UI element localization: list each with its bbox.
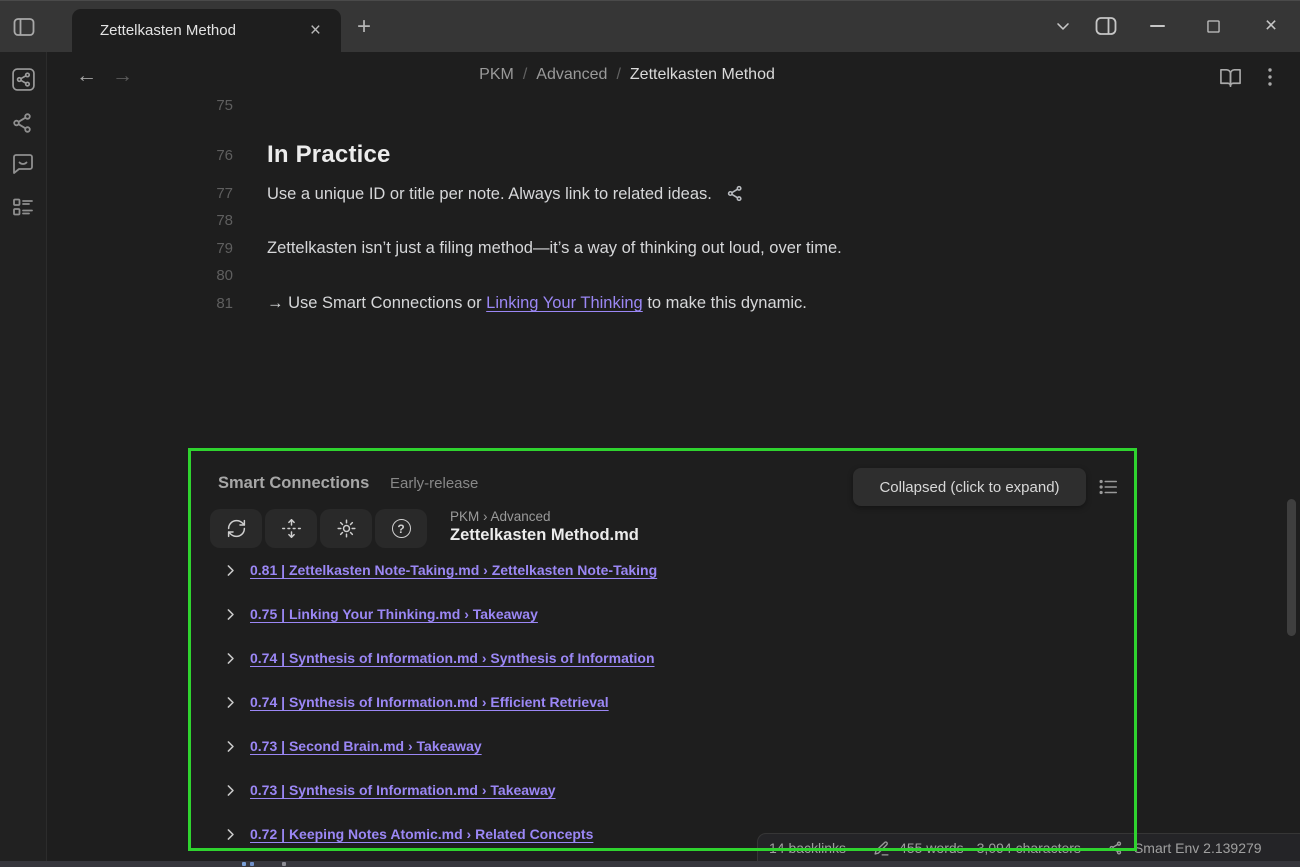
- chevron-right-icon[interactable]: [222, 694, 239, 711]
- connection-list-item: 0.73 | Synthesis of Information.md › Tak…: [222, 778, 556, 802]
- paragraph-text: to make this dynamic.: [643, 294, 807, 312]
- breadcrumb-separator: /: [523, 66, 527, 83]
- line-number: 79: [188, 240, 233, 257]
- left-ribbon: [0, 52, 47, 867]
- breadcrumb-note-title[interactable]: Zettelkasten Method: [630, 66, 775, 83]
- chevron-right-icon[interactable]: [222, 782, 239, 799]
- smart-env-version[interactable]: Smart Env 2.139279: [1134, 840, 1262, 856]
- graph-view-icon[interactable]: [11, 111, 36, 136]
- connection-list-item: 0.81 | Zettelkasten Note-Taking.md › Zet…: [222, 558, 657, 582]
- reading-view-icon[interactable]: [1219, 66, 1242, 89]
- line-number: 78: [188, 212, 233, 229]
- panel-release-tag: Early-release: [390, 475, 478, 492]
- more-options-icon[interactable]: [1260, 66, 1280, 88]
- chevron-right-icon[interactable]: [222, 826, 239, 843]
- line-number: 81: [188, 295, 233, 312]
- connection-list-item: 0.72 | Keeping Notes Atomic.md › Related…: [222, 822, 593, 846]
- breadcrumb-subfolder[interactable]: Advanced: [536, 66, 607, 83]
- connection-link[interactable]: 0.73 | Synthesis of Information.md › Tak…: [250, 782, 556, 798]
- connection-list-item: 0.73 | Second Brain.md › Takeaway: [222, 734, 482, 758]
- internal-link-linking-your-thinking[interactable]: Linking Your Thinking: [486, 294, 643, 312]
- line-number: 75: [188, 97, 233, 114]
- breadcrumb-separator: /: [616, 66, 620, 83]
- panel-toolbar: ?: [210, 509, 427, 548]
- section-heading[interactable]: In Practice: [267, 141, 391, 169]
- titlebar: Zettelkasten Method × + ×: [0, 0, 1300, 52]
- left-sidebar-toggle-icon[interactable]: [11, 14, 37, 40]
- pencil-icon: [873, 840, 890, 857]
- smart-env-graph-icon: [1108, 840, 1125, 857]
- list-view-icon[interactable]: [1097, 476, 1119, 498]
- panel-context-file: Zettelkasten Method.md: [450, 526, 639, 545]
- panel-context-folder: PKM › Advanced: [450, 509, 551, 524]
- connection-link[interactable]: 0.74 | Synthesis of Information.md › Eff…: [250, 694, 609, 710]
- line-number: 76: [188, 147, 233, 164]
- chevron-right-icon[interactable]: [222, 562, 239, 579]
- checklist-icon[interactable]: [11, 195, 36, 220]
- connection-list-item: 0.75 | Linking Your Thinking.md › Takeaw…: [222, 602, 538, 626]
- refresh-button[interactable]: [210, 509, 262, 548]
- settings-gear-icon[interactable]: [320, 509, 372, 548]
- smart-connections-inline-icon[interactable]: [726, 184, 745, 203]
- tab-close-icon[interactable]: ×: [304, 19, 327, 42]
- connection-link[interactable]: 0.75 | Linking Your Thinking.md › Takeaw…: [250, 606, 538, 622]
- right-sidebar-toggle-icon[interactable]: [1084, 0, 1128, 52]
- tab-zettelkasten-method[interactable]: Zettelkasten Method ×: [72, 9, 341, 52]
- paragraph-line[interactable]: Use a unique ID or title per note. Alway…: [267, 184, 745, 204]
- breadcrumb: PKM / Advanced / Zettelkasten Method: [47, 66, 1207, 84]
- bottom-edge-sliver: [0, 861, 1300, 867]
- window-close-icon[interactable]: ×: [1249, 0, 1293, 52]
- connection-link[interactable]: 0.74 | Synthesis of Information.md › Syn…: [250, 650, 655, 666]
- panel-title: Smart Connections: [218, 474, 369, 493]
- smart-connections-view-icon[interactable]: [11, 67, 36, 92]
- paragraph-line[interactable]: Zettelkasten isn’t just a filing method—…: [267, 239, 842, 258]
- tab-title: Zettelkasten Method: [100, 22, 304, 39]
- connection-link[interactable]: 0.72 | Keeping Notes Atomic.md › Related…: [250, 826, 593, 842]
- paragraph-line[interactable]: → Use Smart Connections or Linking Your …: [267, 294, 807, 313]
- connection-list-item: 0.74 | Synthesis of Information.md › Eff…: [222, 690, 609, 714]
- maximize-button[interactable]: [1191, 0, 1235, 52]
- question-icon: ?: [392, 519, 411, 538]
- connection-list-item: 0.74 | Synthesis of Information.md › Syn…: [222, 646, 655, 670]
- connection-link[interactable]: 0.81 | Zettelkasten Note-Taking.md › Zet…: [250, 562, 657, 578]
- status-bar: 14 backlinks 455 words 3,094 characters …: [757, 833, 1300, 862]
- line-number: 80: [188, 267, 233, 284]
- chevron-right-icon[interactable]: [222, 650, 239, 667]
- smart-chat-icon[interactable]: [11, 152, 36, 177]
- collapsed-expand-button[interactable]: Collapsed (click to expand): [853, 468, 1086, 506]
- character-count[interactable]: 3,094 characters: [977, 840, 1081, 856]
- paragraph-text: Use a unique ID or title per note. Alway…: [267, 185, 712, 203]
- breadcrumb-folder[interactable]: PKM: [479, 66, 514, 83]
- backlinks-count[interactable]: 14 backlinks: [769, 840, 846, 856]
- chevron-right-icon[interactable]: [222, 738, 239, 755]
- paragraph-text: → Use Smart Connections or: [267, 294, 486, 312]
- connection-link[interactable]: 0.73 | Second Brain.md › Takeaway: [250, 738, 482, 754]
- editor-scrollbar-thumb[interactable]: [1287, 499, 1296, 636]
- chevron-down-icon[interactable]: [1041, 0, 1085, 52]
- line-number: 77: [188, 185, 233, 202]
- help-button[interactable]: ?: [375, 509, 427, 548]
- minimize-button[interactable]: [1135, 0, 1179, 52]
- chevron-right-icon[interactable]: [222, 606, 239, 623]
- new-tab-button[interactable]: +: [348, 12, 380, 42]
- fold-toggle-button[interactable]: [265, 509, 317, 548]
- word-count[interactable]: 455 words: [899, 840, 964, 856]
